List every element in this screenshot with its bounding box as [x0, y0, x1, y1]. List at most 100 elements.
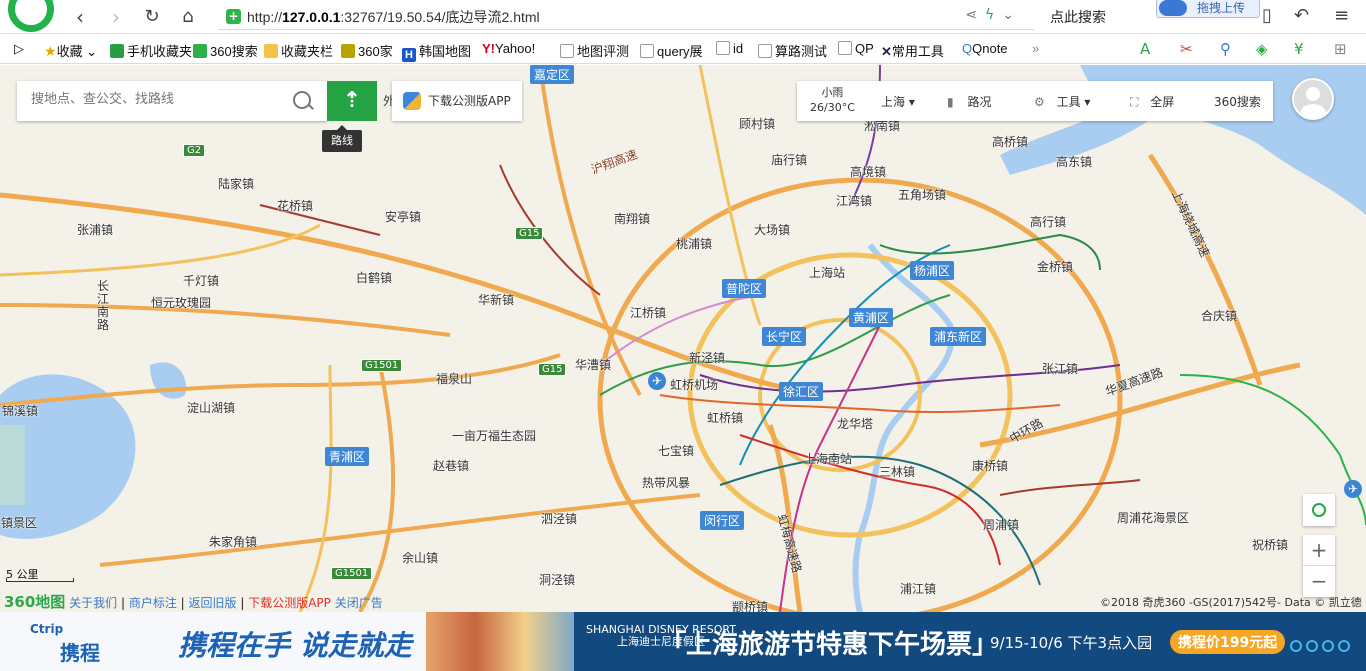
place-label[interactable]: 龙华塔	[837, 415, 873, 432]
home-icon[interactable]: ⌂	[176, 5, 200, 29]
close-ad-link[interactable]: 关闭广告	[335, 596, 383, 610]
place-label[interactable]: 五角场镇	[898, 186, 946, 203]
locate-icon[interactable]	[1303, 494, 1335, 526]
airport-icon[interactable]: ✈	[648, 372, 666, 390]
place-label[interactable]: 合庆镇	[1201, 307, 1237, 324]
sidebar-toggle-icon[interactable]: ▷	[14, 41, 24, 57]
traffic-button[interactable]: ▮ 路况	[947, 93, 991, 110]
user-avatar[interactable]	[1292, 78, 1334, 120]
mobile-icon[interactable]: ▯	[1262, 5, 1272, 26]
find-icon[interactable]: ⚲	[1220, 40, 1231, 58]
place-label[interactable]: 顾村镇	[739, 115, 775, 132]
lightning-icon[interactable]: ϟ	[985, 7, 1002, 23]
place-label[interactable]: 颛桥镇	[732, 598, 768, 612]
place-label[interactable]: 金桥镇	[1037, 258, 1073, 275]
place-label[interactable]: 虹桥镇	[707, 409, 743, 426]
place-label[interactable]: 新泾镇	[689, 349, 725, 366]
district-label[interactable]: 徐汇区	[779, 382, 824, 401]
translate-icon[interactable]: A	[1140, 40, 1150, 58]
bookmark-yahoo[interactable]: Y!Yahoo!	[482, 41, 535, 56]
place-label[interactable]: 镇景区	[1, 514, 37, 531]
place-label[interactable]: 高境镇	[850, 163, 886, 180]
place-label[interactable]: 华漕镇	[575, 356, 611, 373]
bookmark-360home[interactable]: 360家	[341, 41, 393, 60]
place-label[interactable]: 周浦花海景区	[1117, 509, 1189, 526]
address-bar-icons[interactable]: ⋖ϟ⌄	[965, 7, 1022, 23]
search-click-link[interactable]: 点此搜索	[1050, 7, 1106, 27]
fullscreen-button[interactable]: ⛶ 全屏	[1130, 93, 1174, 110]
back-icon[interactable]: ‹	[68, 5, 92, 29]
bookmark-folder-bar[interactable]: 收藏夹栏	[264, 41, 333, 60]
place-label[interactable]: 泗泾镇	[541, 510, 577, 527]
place-label[interactable]: 南翔镇	[614, 210, 650, 227]
bookmark-qp[interactable]: QP	[838, 41, 874, 56]
download-app-link[interactable]: 下载公测版APP	[248, 596, 331, 610]
place-label[interactable]: 康桥镇	[972, 457, 1008, 474]
place-label[interactable]: 花桥镇	[277, 197, 313, 214]
place-label[interactable]: 恒元玫瑰园	[151, 294, 211, 311]
game-icon[interactable]: ◈	[1256, 40, 1268, 58]
place-label[interactable]: 朱家角镇	[209, 533, 257, 550]
place-label[interactable]: 陆家镇	[218, 175, 254, 192]
merchant-link[interactable]: 商户标注	[129, 596, 177, 610]
share-icon[interactable]: ⋖	[965, 7, 985, 23]
about-link[interactable]: 关于我们	[69, 596, 117, 610]
place-label[interactable]: 庙行镇	[771, 151, 807, 168]
district-label[interactable]: 普陀区	[722, 279, 767, 298]
ad-banner[interactable]: Ctrip 携程 携程在手 说走就走 SHANGHAI DISNEY RESOR…	[0, 612, 1366, 671]
zoom-in-icon[interactable]: +	[1303, 535, 1335, 566]
drag-upload-button[interactable]: 拖拽上传	[1156, 0, 1260, 18]
place-label[interactable]: 上海站	[809, 264, 845, 281]
place-label[interactable]: 福泉山	[436, 370, 472, 387]
city-selector[interactable]: 上海 ▾	[881, 93, 915, 110]
place-label[interactable]: 江湾镇	[836, 192, 872, 209]
place-label[interactable]: 锦溪镇	[2, 402, 38, 419]
download-app-button[interactable]: 下载公测版APP	[392, 81, 522, 121]
place-label[interactable]: 浦江镇	[900, 580, 936, 597]
place-label[interactable]: 洞泾镇	[539, 571, 575, 588]
map-canvas[interactable]: 嘉定区 普陀区 长宁区 黄浦区 杨浦区 浦东新区 徐汇区 青浦区 闵行区 G2 …	[0, 65, 1366, 612]
undo-icon[interactable]: ↶	[1294, 5, 1309, 26]
ad-carousel-dots[interactable]	[1290, 640, 1354, 656]
bookmark-tools[interactable]: ✕常用工具	[881, 41, 944, 60]
district-label[interactable]: 浦东新区	[930, 327, 987, 346]
place-label[interactable]: 江桥镇	[630, 304, 666, 321]
bookmark-qnote[interactable]: QQnote	[962, 41, 1008, 56]
tools-button[interactable]: ⚙ 工具 ▾	[1034, 93, 1090, 110]
map-search-box[interactable]	[17, 81, 327, 121]
district-label[interactable]: 黄浦区	[849, 308, 894, 327]
place-label[interactable]: 赵巷镇	[433, 457, 469, 474]
place-label[interactable]: 高东镇	[1056, 153, 1092, 170]
old-version-link[interactable]: 返回旧版	[189, 596, 237, 610]
bookmark-map-eval[interactable]: 地图评测	[560, 41, 629, 60]
place-label[interactable]: 余山镇	[402, 549, 438, 566]
place-label[interactable]: 三林镇	[879, 463, 915, 480]
bookmark-route-test[interactable]: 算路测试	[758, 41, 827, 60]
place-label[interactable]: 祝桥镇	[1252, 536, 1288, 553]
airport-icon[interactable]: ✈	[1344, 480, 1362, 498]
place-label[interactable]: 白鹤镇	[356, 269, 392, 286]
address-bar[interactable]: + http://127.0.0.1:32767/19.50.54/底边导流2.…	[218, 4, 1034, 30]
place-label[interactable]: 虹桥机场	[670, 376, 718, 393]
apps-icon[interactable]: ⊞	[1334, 40, 1347, 58]
map-search-input[interactable]	[31, 91, 281, 106]
place-label[interactable]: 张江镇	[1042, 360, 1078, 377]
place-label[interactable]: 千灯镇	[183, 272, 219, 289]
place-label[interactable]: 淀山湖镇	[187, 399, 235, 416]
bookmark-360search[interactable]: 360搜索	[193, 41, 258, 60]
refresh-icon[interactable]: ↻	[140, 5, 164, 29]
ad-price-badge[interactable]: 携程价199元起	[1170, 630, 1286, 654]
more-bookmarks-icon[interactable]: »	[1032, 41, 1039, 56]
district-label[interactable]: 青浦区	[325, 447, 370, 466]
district-label[interactable]: 杨浦区	[910, 261, 955, 280]
place-label[interactable]: 高桥镇	[992, 133, 1028, 150]
place-label[interactable]: 安亭镇	[385, 208, 421, 225]
bookmark-korea-map[interactable]: H 韩国地图	[402, 41, 471, 62]
bookmark-query[interactable]: query展	[640, 41, 703, 60]
menu-icon[interactable]: ≡	[1334, 5, 1349, 26]
scissors-icon[interactable]: ✂	[1180, 40, 1193, 58]
place-label[interactable]: 张浦镇	[77, 221, 113, 238]
browser-logo-icon[interactable]	[8, 0, 54, 32]
bookmark-id[interactable]: id	[716, 41, 743, 56]
bookmark-favorites[interactable]: ★收藏 ⌄	[44, 41, 97, 60]
